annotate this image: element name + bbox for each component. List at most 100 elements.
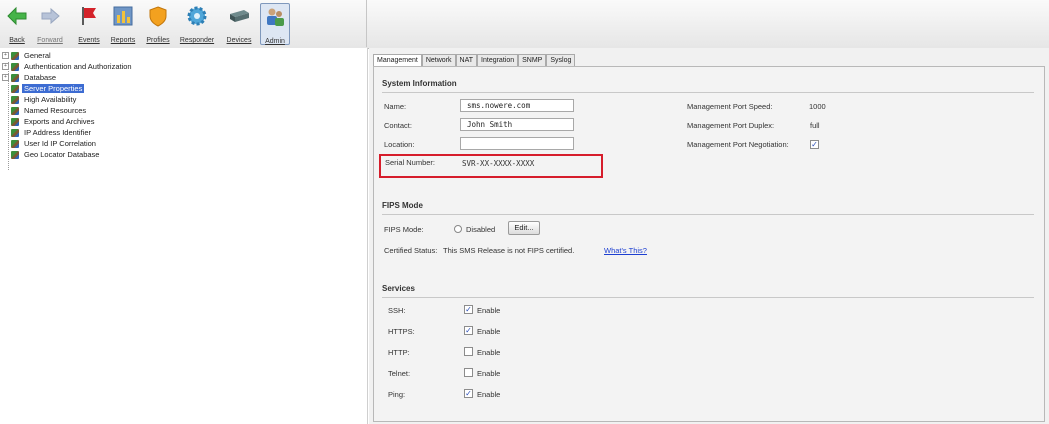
port-duplex-label: Management Port Duplex: [687,121,775,130]
port-duplex-value: full [810,121,820,130]
fips-mode-value: Disabled [466,225,496,234]
telnet-enable-label: Enable [477,369,501,378]
certified-status-text: This SMS Release is not FIPS certified. [443,246,575,255]
toolbar-divider [366,0,367,47]
serial-number-value: SVR-XX-XXXX-XXXX [462,159,535,168]
tree-item-label: High Availability [24,95,77,104]
tree-item-label: Exports and Archives [24,117,95,126]
tree-item-label: IP Address Identifier [24,128,91,137]
back-arrow-icon [6,5,28,27]
https-enable-checkbox[interactable]: ✓ [464,326,473,335]
fips-mode-label: FIPS Mode: [384,225,424,234]
tree-item-label: Geo Locator Database [24,150,100,159]
contact-field[interactable]: John Smith [460,118,574,131]
main-toolbar: Back Forward Events Reports Profiles Res… [0,0,1049,49]
https-label: HTTPS: [388,327,415,336]
port-negotiation-checkbox[interactable]: ✓ [810,140,819,149]
profiles-label: Profiles [146,37,170,44]
navigation-tree: + General + Authentication and Authoriza… [0,48,368,424]
devices-button[interactable]: Devices [222,3,256,45]
services-title: Services [382,284,415,293]
events-label: Events [78,37,100,44]
fips-disabled-radio[interactable] [454,225,462,233]
responder-label: Responder [179,37,215,44]
devices-label: Devices [226,37,252,44]
http-enable-checkbox[interactable] [464,347,473,356]
named-resources-icon [11,106,19,115]
server-properties-panel: Management Network NAT Integration SNMP … [369,48,1049,424]
device-icon [228,5,250,27]
profiles-button[interactable]: Profiles [143,3,173,45]
name-field[interactable]: sms.nowere.com [460,99,574,112]
reports-label: Reports [110,37,136,44]
tree-item-named-resources[interactable]: Named Resources [11,105,88,116]
port-speed-value: 1000 [809,102,826,111]
shield-icon [147,5,169,27]
section-divider [382,92,1034,93]
admin-users-icon [264,6,286,28]
tree-item-database[interactable]: + Database [2,72,58,83]
location-field[interactable] [460,137,574,150]
tree-item-label: Named Resources [24,106,87,115]
telnet-enable-checkbox[interactable] [464,368,473,377]
folder-node-icon [11,51,19,60]
admin-button[interactable]: Admin [260,3,290,45]
tree-item-label: Server Properties [22,84,85,93]
expand-icon[interactable]: + [2,63,9,70]
ping-enable-label: Enable [477,390,501,399]
reports-button[interactable]: Reports [108,3,138,45]
http-label: HTTP: [388,348,410,357]
tree-item-server-properties[interactable]: Server Properties [11,83,85,94]
ssh-label: SSH: [388,306,406,315]
exports-archives-icon [11,117,19,126]
high-availability-icon [11,95,19,104]
server-properties-icon [11,84,19,93]
name-label: Name: [384,102,407,111]
fips-mode-title: FIPS Mode [382,201,423,210]
forward-arrow-icon [39,5,61,27]
contact-label: Contact: [384,121,412,130]
ip-address-icon [11,128,19,137]
tree-item-high-availability[interactable]: High Availability [11,94,78,105]
back-button[interactable]: Back [4,3,30,45]
geo-locator-icon [11,150,19,159]
tree-item-exports-archives[interactable]: Exports and Archives [11,116,96,127]
management-tab-content: System Information Name: sms.nowere.com … [373,66,1045,422]
back-label: Back [9,37,25,44]
port-negotiation-label: Management Port Negotiation: [687,140,789,149]
forward-button[interactable]: Forward [33,3,67,45]
reports-icon [112,5,134,27]
section-divider [382,297,1034,298]
events-button[interactable]: Events [74,3,104,45]
whats-this-link[interactable]: What's This? [604,246,647,255]
folder-node-icon [11,62,19,71]
tree-item-label: Database [24,73,57,82]
location-label: Location: [384,140,415,149]
tree-item-label: Authentication and Authorization [24,62,132,71]
tree-item-user-id-ip-correlation[interactable]: User Id IP Correlation [11,138,98,149]
section-divider [382,214,1034,215]
tree-item-label: User Id IP Correlation [24,139,96,148]
telnet-label: Telnet: [388,369,411,378]
tree-item-ip-address-identifier[interactable]: IP Address Identifier [11,127,93,138]
expand-icon[interactable]: + [2,74,9,81]
folder-node-icon [11,73,19,82]
certified-status-label: Certified Status: [384,246,438,255]
expand-icon[interactable]: + [2,52,9,59]
tree-item-authentication[interactable]: + Authentication and Authorization [2,61,134,72]
ping-enable-checkbox[interactable]: ✓ [464,389,473,398]
serial-number-label: Serial Number: [385,158,436,167]
ssh-enable-checkbox[interactable]: ✓ [464,305,473,314]
ping-label: Ping: [388,390,406,399]
tree-item-geo-locator-database[interactable]: Geo Locator Database [11,149,101,160]
port-speed-label: Management Port Speed: [687,102,773,111]
fips-edit-button[interactable]: Edit... [508,221,540,235]
user-correlation-icon [11,139,19,148]
tree-item-general[interactable]: + General [2,50,53,61]
flag-icon [78,5,100,27]
ssh-enable-label: Enable [477,306,501,315]
system-information-title: System Information [382,79,457,88]
admin-label: Admin [265,38,285,45]
forward-label: Forward [37,37,63,44]
responder-button[interactable]: Responder [177,3,217,45]
